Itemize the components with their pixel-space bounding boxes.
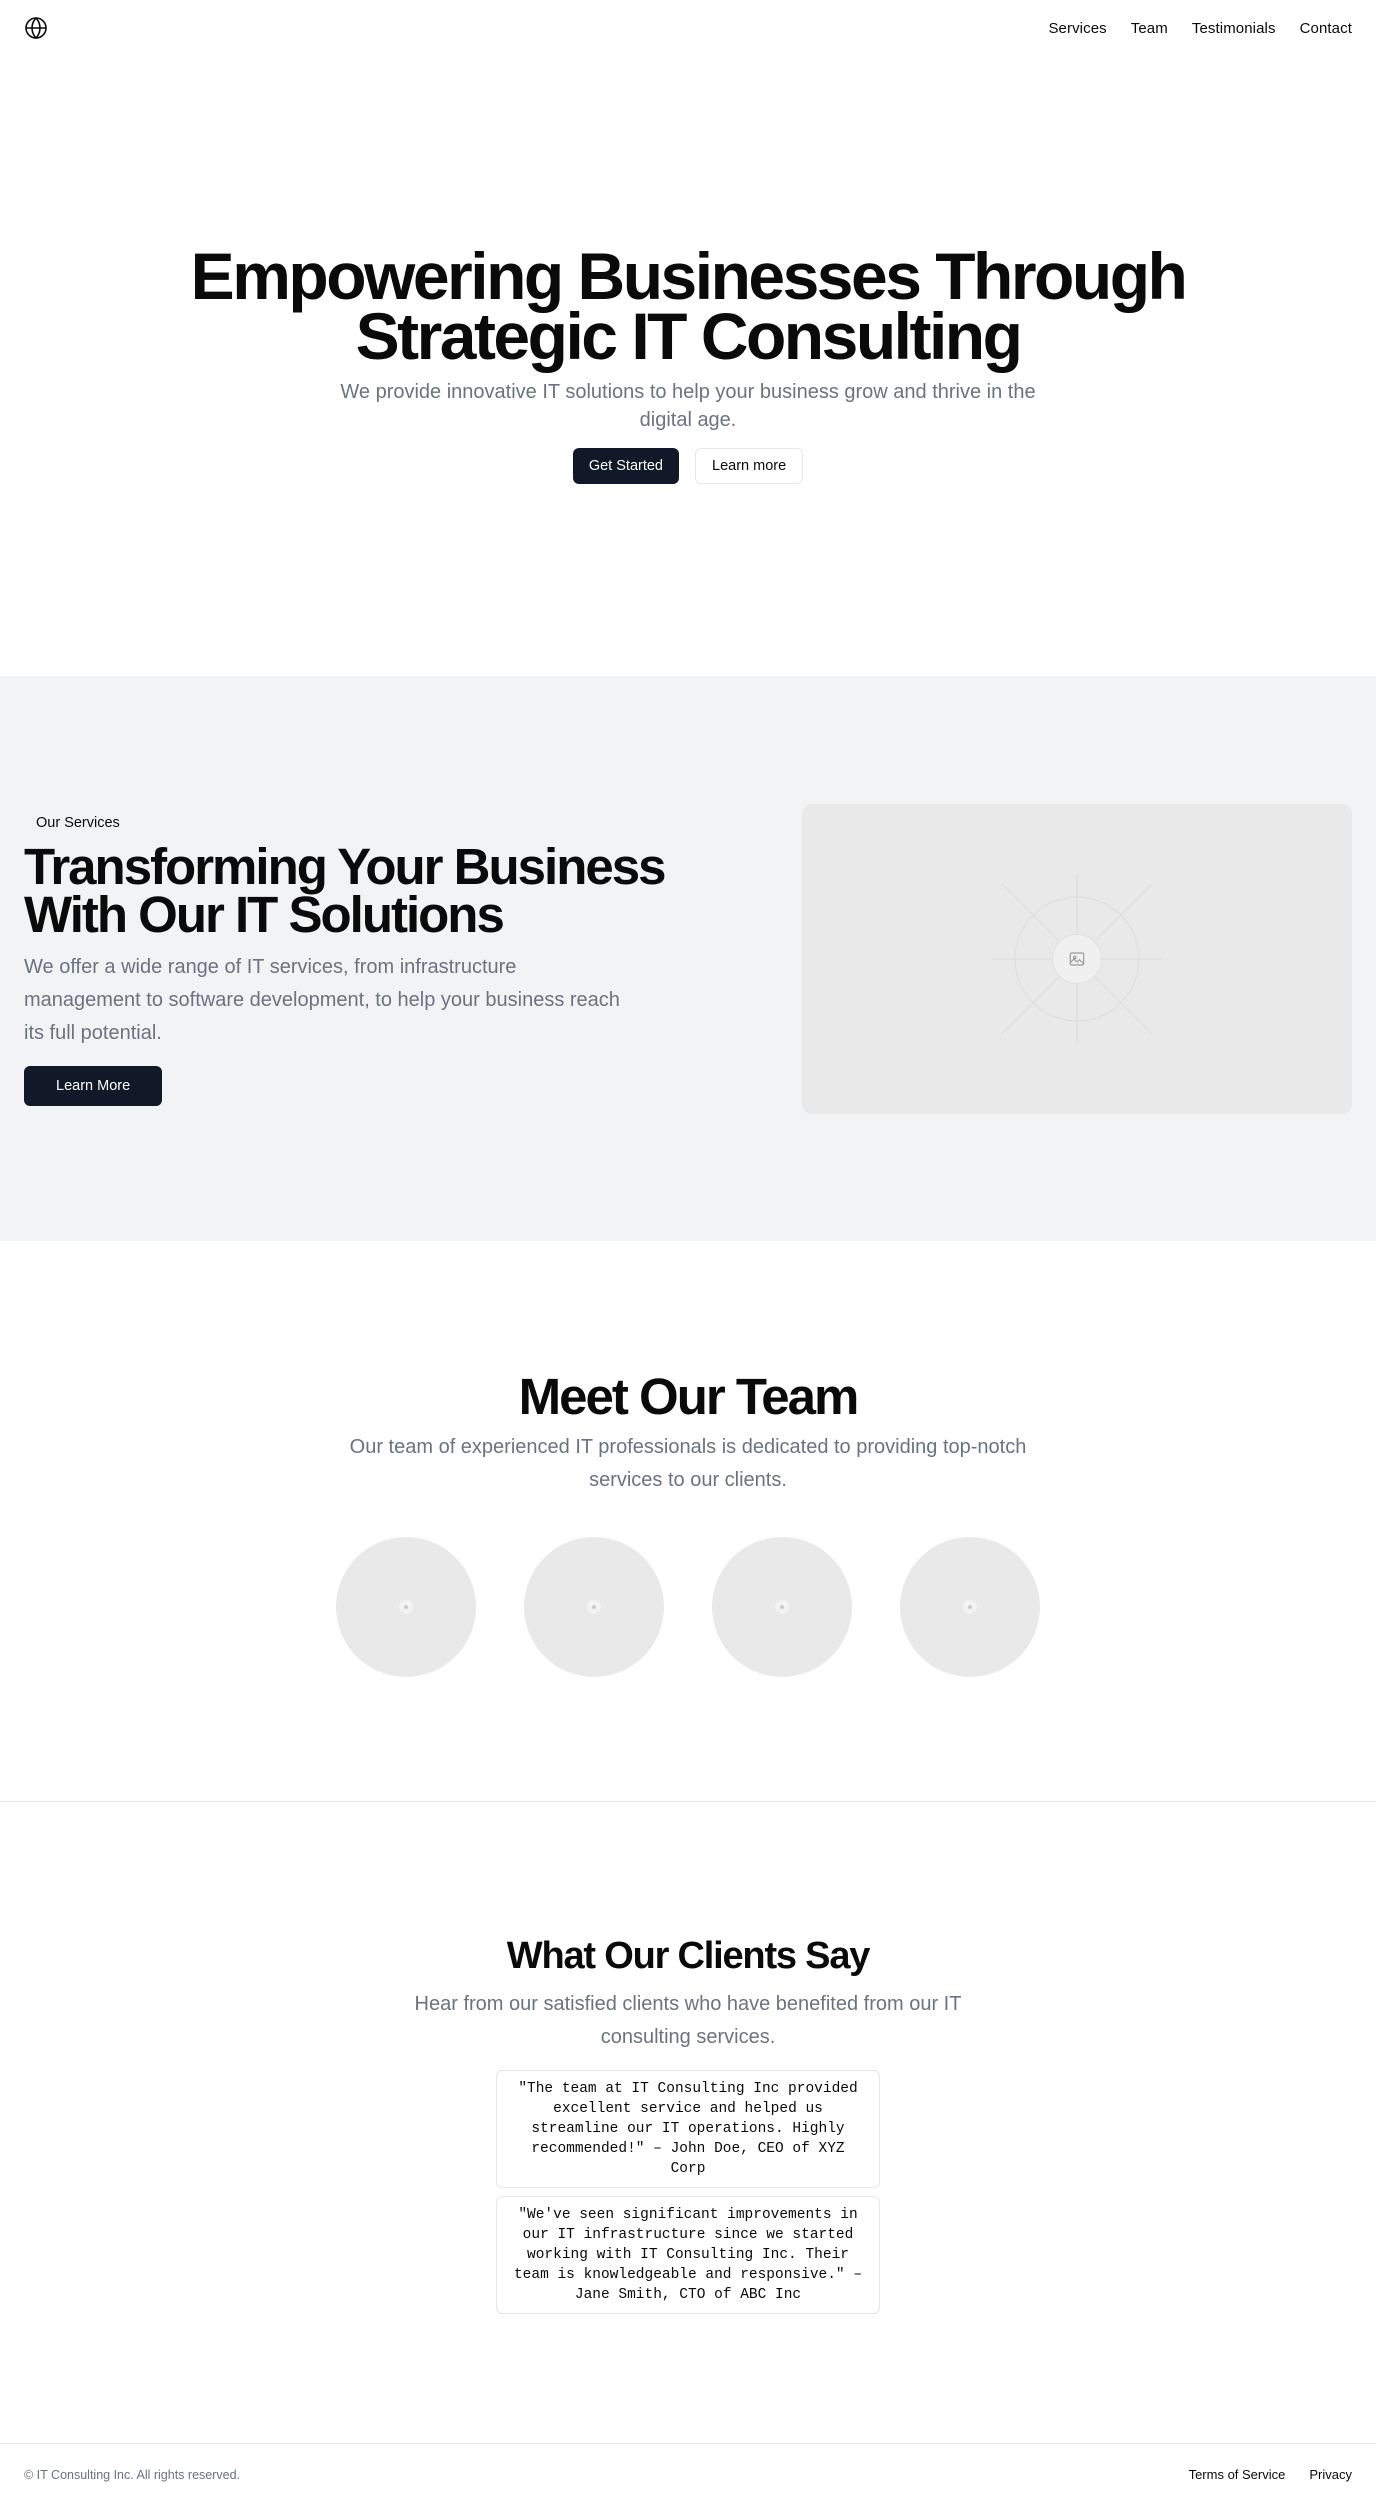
team-member-avatar <box>524 1537 664 1677</box>
nav-contact[interactable]: Contact <box>1300 20 1352 37</box>
get-started-button[interactable]: Get Started <box>572 448 679 484</box>
footer-links: Terms of Service Privacy <box>1189 2467 1352 2482</box>
copyright-text: © IT Consulting Inc. All rights reserved… <box>24 2467 241 2482</box>
services-section: Our Services Transforming Your Business … <box>0 676 1376 1241</box>
testimonial-card: "We've seen significant improvements in … <box>496 2196 880 2314</box>
team-avatars <box>336 1537 1040 1677</box>
team-member-avatar <box>900 1537 1040 1677</box>
team-title: Meet Our Team <box>518 1368 860 1425</box>
services-description: We offer a wide range of IT services, fr… <box>24 956 620 1044</box>
testimonials-title: What Our Clients Say <box>506 1935 871 1977</box>
team-member-avatar <box>712 1537 852 1677</box>
services-image-placeholder <box>802 803 1352 1114</box>
main-nav: Services Team Testimonials Contact <box>1048 20 1352 37</box>
services-learn-more-button[interactable]: Learn More <box>24 1066 163 1106</box>
testimonial-card: "The team at IT Consulting Inc provided … <box>496 2070 880 2188</box>
hero-title: Empowering Businesses Through Strategic … <box>190 239 1188 373</box>
image-icon <box>1052 933 1102 984</box>
team-section: Meet Our Team Our team of experienced IT… <box>0 1241 1376 1801</box>
testimonial-list: "The team at IT Consulting Inc provided … <box>496 2070 880 2314</box>
privacy-link[interactable]: Privacy <box>1309 2467 1352 2482</box>
hero-subtitle: We provide innovative IT solutions to he… <box>340 381 1036 431</box>
terms-of-service-link[interactable]: Terms of Service <box>1189 2467 1286 2482</box>
site-header: Services Team Testimonials Contact <box>0 0 1376 56</box>
services-content: Our Services Transforming Your Business … <box>24 811 762 1106</box>
site-footer: © IT Consulting Inc. All rights reserved… <box>0 2443 1376 2505</box>
nav-team[interactable]: Team <box>1131 20 1168 37</box>
testimonials-section: What Our Clients Say Hear from our satis… <box>0 1802 1376 2443</box>
services-title: Transforming Your Business With Our IT S… <box>24 838 666 943</box>
hero-buttons: Get Started Learn more <box>572 448 804 484</box>
nav-testimonials[interactable]: Testimonials <box>1192 20 1276 37</box>
nav-services[interactable]: Services <box>1048 20 1106 37</box>
testimonials-subtitle: Hear from our satisfied clients who have… <box>414 1993 962 2048</box>
services-badge: Our Services <box>36 815 120 831</box>
hero-section: Empowering Businesses Through Strategic … <box>0 56 1376 676</box>
globe-icon[interactable] <box>24 16 48 40</box>
learn-more-button[interactable]: Learn more <box>695 448 804 484</box>
team-member-avatar <box>336 1537 476 1677</box>
team-subtitle: Our team of experienced IT professionals… <box>349 1436 1027 1491</box>
